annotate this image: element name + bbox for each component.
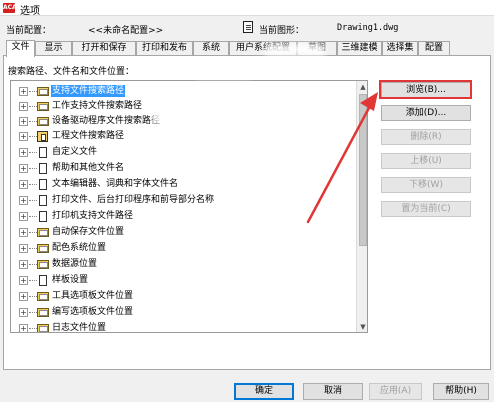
tree-item-label: 支持文件搜索路径 [51,85,126,97]
tree-item-print-file-spooler-prolog[interactable]: + 打印文件、后台打印程序和前导部分名称 [11,193,356,207]
move-up-button[interactable]: 上移(U) [381,153,471,169]
tree-item-template-settings[interactable]: + 样板设置 [11,273,356,287]
folder-icon [37,308,49,317]
folder-icon [37,87,49,96]
help-button[interactable]: 帮助(H) [433,383,489,400]
tree-item-tool-palettes-file-locations[interactable]: + 工具选项板文件位置 [11,289,356,303]
folder-icon [37,260,49,269]
tab-drafting[interactable]: 草图 [297,41,337,56]
tree-item-log-file-location[interactable]: + 日志文件位置 [11,321,356,333]
tree-item-label: 打印文件、后台打印程序和前导部分名称 [52,195,215,205]
expand-icon[interactable]: + [19,102,28,111]
tree-item-label: 编写选项板文件位置 [52,307,134,317]
folder-icon [37,292,49,301]
tree-item-autosave-file-location[interactable]: + 自动保存文件位置 [11,225,356,239]
folder-icon [37,244,49,253]
tree-item-label: 工作支持文件搜索路径 [52,101,143,111]
tree-item-label: 帮助和其他文件名 [52,163,125,173]
cancel-button[interactable]: 取消 [303,383,363,400]
scroll-up-arrow-icon[interactable]: ▲ [357,81,367,93]
expand-icon[interactable]: + [19,164,28,173]
tree-item-label: 设备驱动程序文件搜索路径 [52,116,161,126]
remove-button[interactable]: 删除(R) [381,129,471,145]
document-icon [39,211,47,222]
scroll-down-arrow-icon[interactable]: ▼ [357,321,367,332]
add-button[interactable]: 添加(D)... [381,105,471,121]
drawing-file-icon [243,21,253,33]
tree-item-text-editor-dictionary-font-files[interactable]: + 文本编辑器、词典和字体文件名 [11,177,356,191]
folder-icon [37,117,49,126]
current-drawing-value: Drawing1.dwg [337,23,399,33]
expand-icon[interactable]: + [19,196,28,205]
search-paths-tree[interactable]: + 支持文件搜索路径 + 工作支持文件搜索路径 + 设备驱动程序文件搜索路径 +… [10,80,368,333]
tab-system[interactable]: 系统 [193,41,229,56]
tree-item-working-support-file-search-path[interactable]: + 工作支持文件搜索路径 [11,99,356,113]
set-current-button[interactable]: 置为当前(C) [381,201,471,217]
tree-item-customization-files[interactable]: + 自定义文件 [11,145,356,159]
tree-item-label: 自动保存文件位置 [52,227,125,237]
expand-icon[interactable]: + [19,244,28,253]
expand-icon[interactable]: + [19,228,28,237]
tab-3d-modeling[interactable]: 三维建模 [337,41,382,56]
expand-icon[interactable]: + [19,87,28,96]
tab-files[interactable]: 文件 [6,40,35,57]
apply-button[interactable]: 应用(A) [369,383,422,400]
document-icon [39,147,47,158]
move-down-button[interactable]: 下移(W) [381,177,471,193]
current-profile-value: <<未命名配置>> [88,26,164,36]
tree-item-support-file-search-path[interactable]: + 支持文件搜索路径 [11,84,356,98]
tree-item-color-book-locations[interactable]: + 配色系统位置 [11,241,356,255]
project-icon [37,131,48,142]
expand-icon[interactable]: + [19,180,28,189]
tree-item-label: 打印机支持文件路径 [52,211,134,221]
expand-icon[interactable]: + [19,117,28,126]
window-title: 选项 [20,6,40,17]
tree-item-label: 样板设置 [52,275,89,285]
tree-item-label: 配色系统位置 [52,243,107,253]
app-logo-icon: ACAD [3,3,22,13]
tree-item-printer-support-file-path[interactable]: + 打印机支持文件路径 [11,209,356,223]
document-icon [39,179,47,190]
browse-button[interactable]: 浏览(B)... [381,82,471,98]
tab-selection[interactable]: 选择集 [382,41,418,56]
expand-icon[interactable]: + [19,148,28,157]
tree-item-help-and-misc-file-names[interactable]: + 帮助和其他文件名 [11,161,356,175]
tree-item-authoring-palette-file-locations[interactable]: + 编写选项板文件位置 [11,305,356,319]
document-icon [39,195,47,206]
folder-icon [37,102,49,111]
current-profile-label: 当前配置： [6,26,52,36]
tree-item-label: 工具选项板文件位置 [52,291,134,301]
tree-item-label: 文本编辑器、词典和字体文件名 [52,179,179,189]
scrollbar-thumb[interactable] [359,94,367,246]
tree-item-label: 工程文件搜索路径 [52,131,125,141]
tree-item-label: 自定义文件 [52,147,98,157]
tree-item-device-driver-file-search-path[interactable]: + 设备驱动程序文件搜索路径 [11,114,356,128]
tree-item-data-sources-location[interactable]: + 数据源位置 [11,257,356,271]
current-drawing-label: 当前图形： [259,26,305,36]
folder-icon [37,324,49,332]
tree-item-project-files-search-path[interactable]: + 工程文件搜索路径 [11,129,356,143]
tab-display[interactable]: 显示 [35,41,72,56]
expand-icon[interactable]: + [19,260,28,269]
document-icon [39,275,47,286]
tree-item-label: 日志文件位置 [52,323,107,333]
expand-icon[interactable]: + [19,276,28,285]
tab-open-and-save[interactable]: 打开和保存 [72,41,136,56]
title-bar: ACAD 选项 [0,0,494,17]
expand-icon[interactable]: + [19,292,28,301]
search-paths-label: 搜索路径、文件名和文件位置： [8,67,135,77]
ok-button[interactable]: 确定 [234,383,294,400]
expand-icon[interactable]: + [19,132,28,141]
expand-icon[interactable]: + [19,324,28,332]
tab-plot-and-publish[interactable]: 打印和发布 [136,41,193,56]
tree-vertical-scrollbar[interactable]: ▲ ▼ [356,81,367,332]
document-icon [39,163,47,174]
expand-icon[interactable]: + [19,212,28,221]
tab-profiles[interactable]: 配置 [418,41,450,56]
tree-item-label: 数据源位置 [52,259,98,269]
expand-icon[interactable]: + [19,308,28,317]
folder-icon [37,228,49,237]
tab-user-preferences[interactable]: 用户系统配置 [229,41,297,56]
